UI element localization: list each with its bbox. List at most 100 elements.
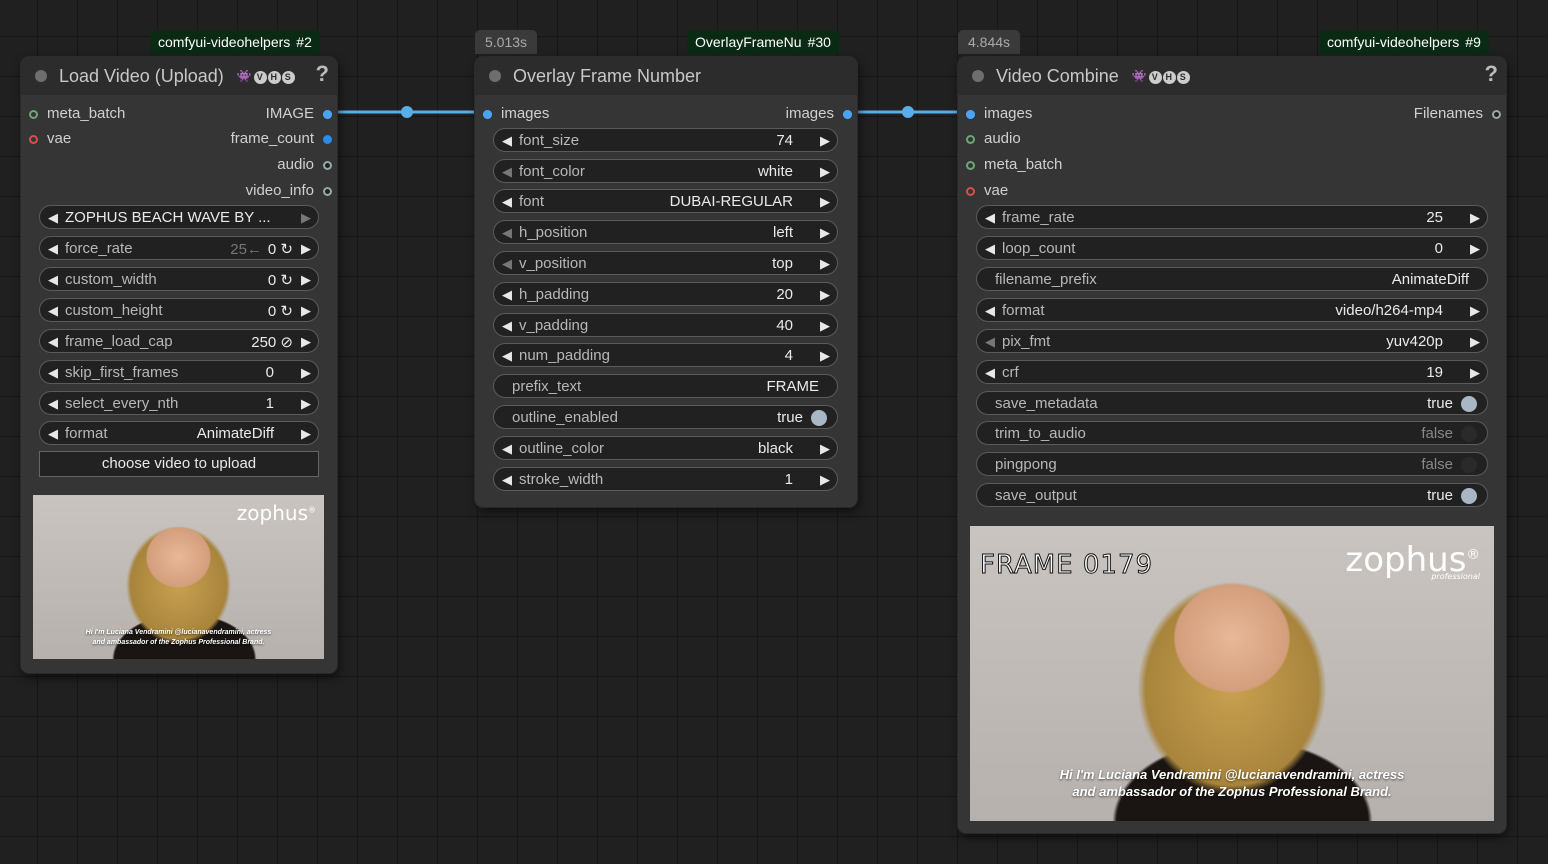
font-widget[interactable]: ◀ font DUBAI-REGULAR ▶ — [493, 189, 838, 213]
input-vae[interactable]: vae — [29, 130, 71, 148]
v-padding-widget[interactable]: ◀ v_padding 40 ▶ — [493, 313, 838, 337]
output-audio[interactable]: audio — [277, 156, 332, 174]
custom-width-widget[interactable]: ◀ custom_width 0 ↻ ▶ — [39, 267, 319, 291]
arrow-left-icon[interactable]: ◀ — [48, 365, 58, 381]
output-images[interactable]: images — [786, 105, 852, 123]
format-widget[interactable]: ◀ format video/h264-mp4 ▶ — [976, 298, 1488, 322]
select-every-nth-widget[interactable]: ◀ select_every_nth 1 ▶ — [39, 391, 319, 415]
pix-fmt-widget[interactable]: ◀ pix_fmt yuv420p ▶ — [976, 329, 1488, 353]
arrow-left-icon[interactable]: ◀ — [48, 210, 58, 226]
arrow-right-icon[interactable]: ▶ — [301, 334, 311, 350]
output-filenames[interactable]: Filenames — [1414, 105, 1501, 123]
arrow-right-icon[interactable]: ▶ — [820, 472, 830, 488]
toggle-knob[interactable] — [1461, 426, 1477, 442]
arrow-right-icon[interactable]: ▶ — [820, 256, 830, 272]
arrow-left-icon[interactable]: ◀ — [502, 164, 512, 180]
arrow-left-icon[interactable]: ◀ — [48, 334, 58, 350]
stroke-width-widget[interactable]: ◀ stroke_width 1 ▶ — [493, 467, 838, 491]
arrow-left-icon[interactable]: ◀ — [502, 194, 512, 210]
v-position-widget[interactable]: ◀ v_position top ▶ — [493, 251, 838, 275]
input-images[interactable]: images — [483, 105, 549, 123]
force-rate-widget[interactable]: ◀ force_rate 25← 0 ↻ ▶ — [39, 236, 319, 260]
arrow-right-icon[interactable]: ▶ — [820, 164, 830, 180]
save-metadata-toggle[interactable]: save_metadata true — [976, 391, 1488, 415]
input-images[interactable]: images — [966, 105, 1032, 123]
arrow-right-icon[interactable]: ▶ — [301, 210, 311, 226]
frame-rate-widget[interactable]: ◀ frame_rate 25 ▶ — [976, 205, 1488, 229]
format-widget[interactable]: ◀ format AnimateDiff ▶ — [39, 421, 319, 445]
arrow-right-icon[interactable]: ▶ — [301, 241, 311, 257]
arrow-left-icon[interactable]: ◀ — [502, 225, 512, 241]
trim-to-audio-toggle[interactable]: trim_to_audio false — [976, 421, 1488, 445]
arrow-right-icon[interactable]: ▶ — [820, 194, 830, 210]
arrow-right-icon[interactable]: ▶ — [820, 318, 830, 334]
arrow-left-icon[interactable]: ◀ — [502, 133, 512, 149]
arrow-left-icon[interactable]: ◀ — [502, 472, 512, 488]
toggle-knob[interactable] — [1461, 457, 1477, 473]
arrow-right-icon[interactable]: ▶ — [820, 287, 830, 303]
arrow-left-icon[interactable]: ◀ — [502, 441, 512, 457]
arrow-right-icon[interactable]: ▶ — [1470, 365, 1480, 381]
arrow-left-icon[interactable]: ◀ — [48, 303, 58, 319]
pingpong-toggle[interactable]: pingpong false — [976, 452, 1488, 476]
arrow-right-icon[interactable]: ▶ — [1470, 241, 1480, 257]
save-output-toggle[interactable]: save_output true — [976, 483, 1488, 507]
arrow-left-icon[interactable]: ◀ — [985, 365, 995, 381]
video-combine-node[interactable]: Video Combine 👾 V H S ? images audio meta_b… — [958, 57, 1506, 833]
arrow-right-icon[interactable]: ▶ — [1470, 303, 1480, 319]
input-meta-batch[interactable]: meta_batch — [966, 156, 1062, 174]
arrow-right-icon[interactable]: ▶ — [1470, 210, 1480, 226]
num-padding-widget[interactable]: ◀ num_padding 4 ▶ — [493, 343, 838, 367]
font-size-widget[interactable]: ◀ font_size 74 ▶ — [493, 128, 838, 152]
arrow-right-icon[interactable]: ▶ — [820, 225, 830, 241]
arrow-right-icon[interactable]: ▶ — [301, 426, 311, 442]
load-video-node[interactable]: Load Video (Upload) 👾 V H S ? meta_batch va… — [21, 57, 337, 673]
collapse-dot[interactable] — [35, 70, 47, 82]
upload-video-button[interactable]: choose video to upload — [39, 451, 319, 477]
toggle-knob[interactable] — [1461, 488, 1477, 504]
arrow-right-icon[interactable]: ▶ — [1470, 334, 1480, 350]
skip-first-frames-widget[interactable]: ◀ skip_first_frames 0 ▶ — [39, 360, 319, 384]
prefix-text-field[interactable]: prefix_text FRAME — [493, 374, 838, 398]
outline-enabled-toggle[interactable]: outline_enabled true — [493, 405, 838, 429]
arrow-left-icon[interactable]: ◀ — [48, 426, 58, 442]
node-title-bar[interactable]: Load Video (Upload) 👾 V H S ? — [21, 57, 337, 95]
node-title-bar[interactable]: Overlay Frame Number — [475, 57, 857, 95]
arrow-right-icon[interactable]: ▶ — [820, 348, 830, 364]
collapse-dot[interactable] — [972, 70, 984, 82]
filename-prefix-field[interactable]: filename_prefix AnimateDiff — [976, 267, 1488, 291]
font-color-widget[interactable]: ◀ font_color white ▶ — [493, 159, 838, 183]
frame-load-cap-widget[interactable]: ◀ frame_load_cap 250 ⊘ ▶ — [39, 329, 319, 353]
arrow-left-icon[interactable]: ◀ — [502, 256, 512, 272]
overlay-frame-number-node[interactable]: Overlay Frame Number images images ◀ fon… — [475, 57, 857, 507]
arrow-left-icon[interactable]: ◀ — [502, 348, 512, 364]
custom-height-widget[interactable]: ◀ custom_height 0 ↻ ▶ — [39, 298, 319, 322]
arrow-right-icon[interactable]: ▶ — [301, 272, 311, 288]
input-audio[interactable]: audio — [966, 130, 1021, 148]
output-video-info[interactable]: video_info — [246, 182, 332, 200]
toggle-knob[interactable] — [811, 410, 827, 426]
arrow-left-icon[interactable]: ◀ — [985, 303, 995, 319]
arrow-right-icon[interactable]: ▶ — [301, 396, 311, 412]
arrow-left-icon[interactable]: ◀ — [48, 272, 58, 288]
arrow-left-icon[interactable]: ◀ — [48, 241, 58, 257]
video-select-combo[interactable]: ◀ ZOPHUS BEACH WAVE BY ... ▶ — [39, 205, 319, 229]
input-meta-batch[interactable]: meta_batch — [29, 105, 125, 123]
toggle-knob[interactable] — [1461, 396, 1477, 412]
arrow-right-icon[interactable]: ▶ — [301, 365, 311, 381]
h-position-widget[interactable]: ◀ h_position left ▶ — [493, 220, 838, 244]
input-vae[interactable]: vae — [966, 182, 1008, 200]
arrow-left-icon[interactable]: ◀ — [985, 241, 995, 257]
arrow-left-icon[interactable]: ◀ — [502, 318, 512, 334]
crf-widget[interactable]: ◀ crf 19 ▶ — [976, 360, 1488, 384]
help-icon[interactable]: ? — [316, 61, 329, 87]
video-preview[interactable]: zophus® Hi I'm Luciana Vendramini @lucia… — [33, 495, 324, 659]
h-padding-widget[interactable]: ◀ h_padding 20 ▶ — [493, 282, 838, 306]
arrow-left-icon[interactable]: ◀ — [502, 287, 512, 303]
help-icon[interactable]: ? — [1485, 61, 1498, 87]
arrow-right-icon[interactable]: ▶ — [301, 303, 311, 319]
outline-color-widget[interactable]: ◀ outline_color black ▶ — [493, 436, 838, 460]
output-frame-count[interactable]: frame_count — [231, 130, 332, 148]
node-title-bar[interactable]: Video Combine 👾 V H S ? — [958, 57, 1506, 95]
output-image[interactable]: IMAGE — [266, 105, 332, 123]
